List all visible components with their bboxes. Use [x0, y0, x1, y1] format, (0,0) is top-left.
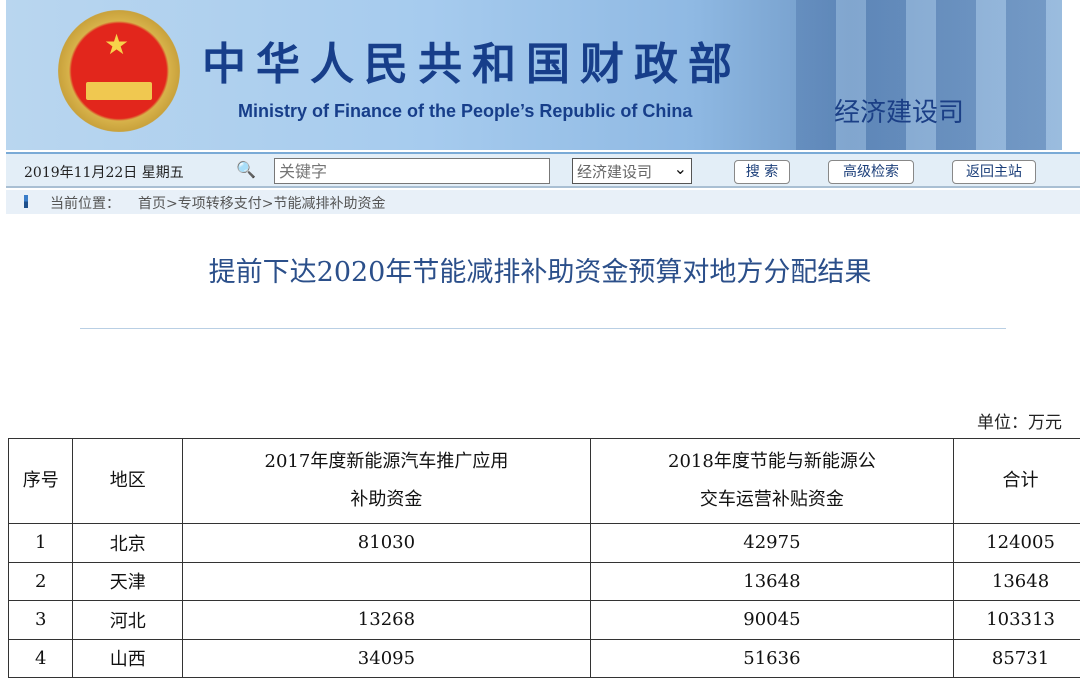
breadcrumb: 当前位置： 首页>专项转移支付>节能减排补助资金 — [6, 190, 1080, 214]
breadcrumb-label: 当前位置： — [50, 193, 120, 213]
allocation-table: 序号 地区 2017年度新能源汽车推广应用补助资金 2018年度节能与新能源公交… — [8, 438, 1080, 678]
header-2017-subsidy: 2017年度新能源汽车推广应用补助资金 — [183, 439, 591, 524]
current-date: 2019年11月22日 星期五 — [24, 162, 184, 182]
table-header-row: 序号 地区 2017年度新能源汽车推广应用补助资金 2018年度节能与新能源公交… — [9, 439, 1080, 524]
header-line: 2018年度节能与新能源公 — [591, 443, 953, 481]
toolbar: 2019年11月22日 星期五 🔍 经济建设司 ⌄ 搜 索 高级检索 返回主站 — [6, 152, 1080, 188]
cell-2017 — [183, 562, 591, 601]
cell-2018: 42975 — [590, 524, 953, 563]
header-2018-subsidy: 2018年度节能与新能源公交车运营补贴资金 — [590, 439, 953, 524]
chevron-down-icon: ⌄ — [674, 159, 687, 178]
site-title-en: Ministry of Finance of the People’s Repu… — [238, 101, 692, 122]
title-divider — [80, 328, 1006, 329]
cell-2018: 90045 — [590, 601, 953, 640]
cell-total: 124005 — [954, 524, 1080, 563]
table-row: 1北京8103042975124005 — [9, 524, 1080, 563]
cell-total: 103313 — [954, 601, 1080, 640]
cell-index: 2 — [9, 562, 73, 601]
cell-2017: 81030 — [183, 524, 591, 563]
page-title: 提前下达2020年节能减排补助资金预算对地方分配结果 — [0, 250, 1080, 289]
table-row: 2天津 1364813648 — [9, 562, 1080, 601]
cell-region: 天津 — [73, 562, 183, 601]
header-line: 2017年度新能源汽车推广应用 — [183, 443, 590, 481]
cell-index: 1 — [9, 524, 73, 563]
scope-select-value: 经济建设司 — [577, 163, 652, 181]
search-button[interactable]: 搜 索 — [734, 160, 790, 184]
cell-region: 河北 — [73, 601, 183, 640]
header-total: 合计 — [954, 439, 1080, 524]
cell-2018: 13648 — [590, 562, 953, 601]
header-region: 地区 — [73, 439, 183, 524]
site-banner: ★ 中华人民共和国财政部 Ministry of Finance of the … — [6, 0, 1062, 150]
cell-region: 北京 — [73, 524, 183, 563]
cell-total: 13648 — [954, 562, 1080, 601]
cell-2017: 13268 — [183, 601, 591, 640]
keyword-input[interactable] — [274, 158, 550, 184]
header-index: 序号 — [9, 439, 73, 524]
search-icon: 🔍 — [236, 160, 256, 179]
header-line: 补助资金 — [183, 481, 590, 519]
site-title-cn: 中华人民共和国财政部 — [202, 28, 742, 92]
table-row: 3河北1326890045103313 — [9, 601, 1080, 640]
breadcrumb-marker-icon — [24, 195, 28, 208]
department-name: 经济建设司 — [834, 92, 964, 129]
national-emblem-icon: ★ — [58, 10, 180, 132]
return-home-button[interactable]: 返回主站 — [952, 160, 1036, 184]
scope-select[interactable]: 经济建设司 ⌄ — [572, 158, 692, 184]
breadcrumb-path[interactable]: 首页>专项转移支付>节能减排补助资金 — [138, 193, 385, 213]
unit-label: 单位：万元 — [977, 408, 1062, 433]
header-line: 交车运营补贴资金 — [591, 481, 953, 519]
cell-index: 3 — [9, 601, 73, 640]
advanced-search-button[interactable]: 高级检索 — [828, 160, 914, 184]
